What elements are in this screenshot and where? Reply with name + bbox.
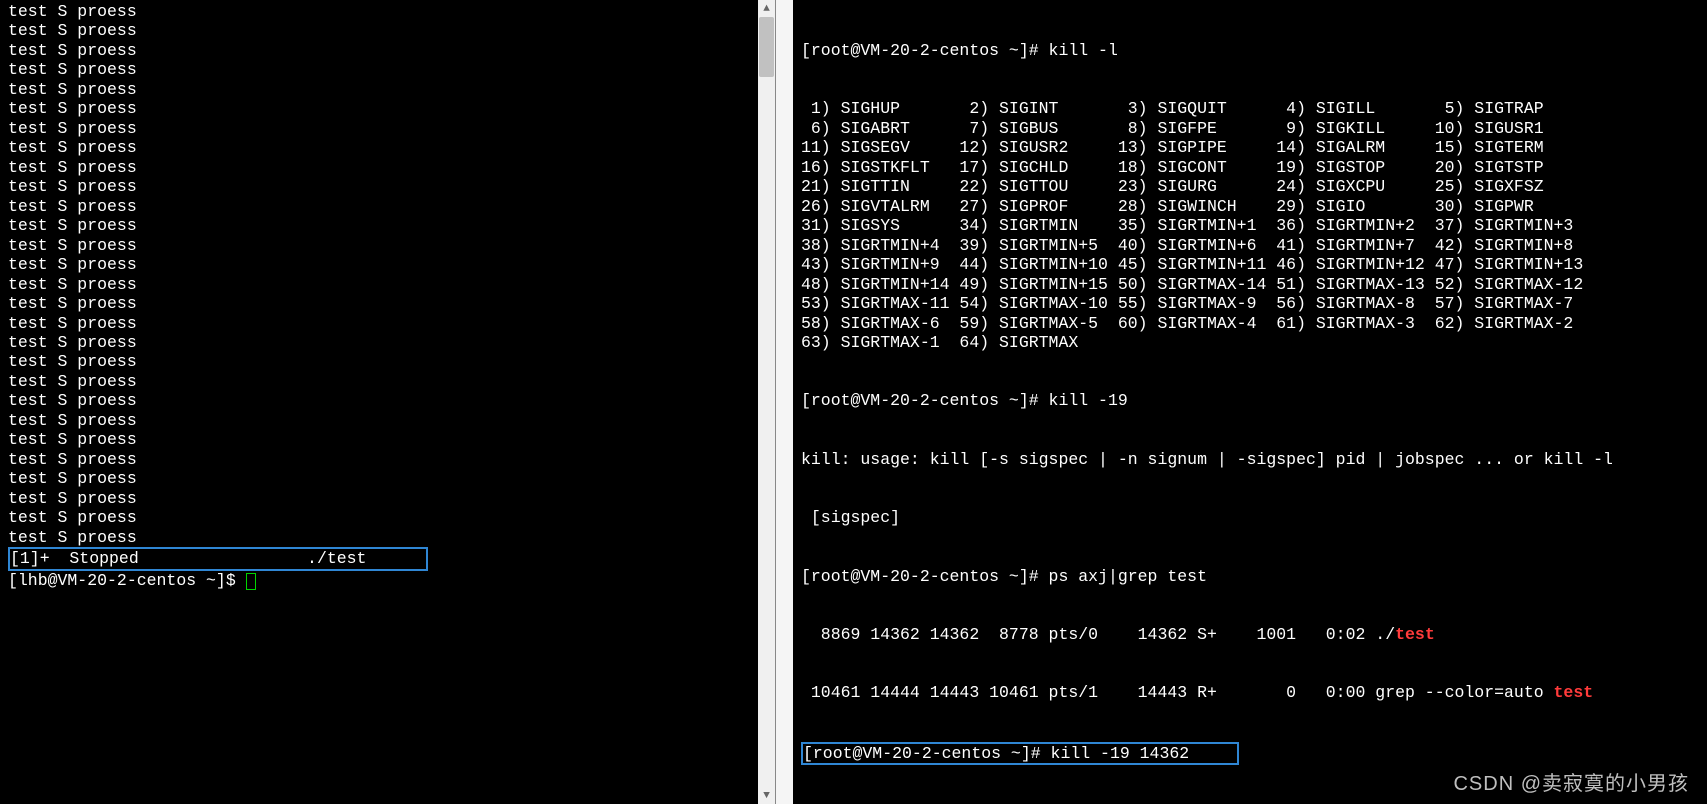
scrollbar-thumb[interactable] [759, 17, 774, 77]
right-terminal-pane[interactable]: [root@VM-20-2-centos ~]# kill -l 1) SIGH… [793, 0, 1707, 804]
output-line: test S proess [8, 236, 767, 255]
signal-row: 26) SIGVTALRM 27) SIGPROF 28) SIGWINCH 2… [801, 197, 1699, 216]
stopped-line: [1]+ Stopped ./test [8, 547, 767, 570]
right-terminal-content: [root@VM-20-2-centos ~]# kill -l 1) SIGH… [793, 0, 1707, 804]
signal-row: 53) SIGRTMAX-11 54) SIGRTMAX-10 55) SIGR… [801, 294, 1699, 313]
output-line: test S proess [8, 314, 767, 333]
prompt-line: [root@VM-20-2-centos ~]# kill -19 [801, 391, 1699, 410]
signal-row: 11) SIGSEGV 12) SIGUSR2 13) SIGPIPE 14) … [801, 138, 1699, 157]
signal-row: 16) SIGSTKFLT 17) SIGCHLD 18) SIGCONT 19… [801, 158, 1699, 177]
output-line: test S proess [8, 430, 767, 449]
output-line: test S proess [8, 333, 767, 352]
output-line: test S proess [8, 216, 767, 235]
output-line: test S proess [8, 469, 767, 488]
ps-row: 10461 14444 14443 10461 pts/1 14443 R+ 0… [801, 683, 1699, 702]
kill-usage: [sigspec] [801, 508, 1699, 527]
prompt-line: [root@VM-20-2-centos ~]# kill -19 14362 [803, 744, 1189, 763]
prompt-line: [root@VM-20-2-centos ~]# ps axj|grep tes… [801, 567, 1699, 586]
output-line: test S proess [8, 255, 767, 274]
output-line: test S proess [8, 60, 767, 79]
prompt-line: [lhb@VM-20-2-centos ~]$ [8, 571, 767, 590]
output-line: test S proess [8, 99, 767, 118]
signal-row: 21) SIGTTIN 22) SIGTTOU 23) SIGURG 24) S… [801, 177, 1699, 196]
output-line: test S proess [8, 508, 767, 527]
output-line: test S proess [8, 372, 767, 391]
signal-row: 6) SIGABRT 7) SIGBUS 8) SIGFPE 9) SIGKIL… [801, 119, 1699, 138]
cursor-icon [246, 573, 256, 590]
signal-row: 31) SIGSYS 34) SIGRTMIN 35) SIGRTMIN+1 3… [801, 216, 1699, 235]
signal-row: 58) SIGRTMAX-6 59) SIGRTMAX-5 60) SIGRTM… [801, 314, 1699, 333]
scroll-down-arrow[interactable]: ▼ [758, 787, 775, 804]
output-line: test S proess [8, 197, 767, 216]
kill-usage: kill: usage: kill [-s sigspec | -n signu… [801, 450, 1699, 469]
scroll-up-arrow[interactable]: ▲ [758, 0, 775, 17]
output-line: test S proess [8, 80, 767, 99]
signal-row: 48) SIGRTMIN+14 49) SIGRTMIN+15 50) SIGR… [801, 275, 1699, 294]
signal-row: 63) SIGRTMAX-1 64) SIGRTMAX [801, 333, 1699, 352]
output-line: test S proess [8, 41, 767, 60]
output-line: test S proess [8, 528, 767, 547]
output-line: test S proess [8, 119, 767, 138]
output-line: test S proess [8, 177, 767, 196]
grep-match: test [1395, 625, 1435, 644]
watermark-text: CSDN @卖寂寞的小男孩 [1453, 767, 1689, 796]
ps-text: 8869 14362 14362 8778 pts/0 14362 S+ 100… [801, 625, 1395, 644]
signal-list: 1) SIGHUP 2) SIGINT 3) SIGQUIT 4) SIGILL… [801, 99, 1699, 352]
split-container: test S proesstest S proesstest S proesst… [0, 0, 1707, 804]
signal-row: 38) SIGRTMIN+4 39) SIGRTMIN+5 40) SIGRTM… [801, 236, 1699, 255]
output-line: test S proess [8, 138, 767, 157]
output-line: test S proess [8, 411, 767, 430]
output-line: test S proess [8, 294, 767, 313]
signal-row: 1) SIGHUP 2) SIGINT 3) SIGQUIT 4) SIGILL… [801, 99, 1699, 118]
left-scrollbar[interactable]: ▲ ▼ [758, 0, 775, 804]
prompt-line: [root@VM-20-2-centos ~]# kill -l [801, 41, 1699, 60]
output-line: test S proess [8, 450, 767, 469]
signal-row: 43) SIGRTMIN+9 44) SIGRTMIN+10 45) SIGRT… [801, 255, 1699, 274]
output-line: test S proess [8, 489, 767, 508]
output-line: test S proess [8, 21, 767, 40]
pane-divider[interactable] [776, 0, 793, 804]
highlighted-command: [root@VM-20-2-centos ~]# kill -19 14362 [801, 742, 1699, 765]
output-line: test S proess [8, 352, 767, 371]
left-terminal-content: test S proesstest S proesstest S proesst… [0, 0, 775, 592]
output-line: test S proess [8, 391, 767, 410]
grep-match: test [1554, 683, 1594, 702]
output-line: test S proess [8, 158, 767, 177]
ps-text: 10461 14444 14443 10461 pts/1 14443 R+ 0… [801, 683, 1554, 702]
ps-row: 8869 14362 14362 8778 pts/0 14362 S+ 100… [801, 625, 1699, 644]
output-line: test S proess [8, 275, 767, 294]
output-line: test S proess [8, 2, 767, 21]
left-terminal-pane[interactable]: test S proesstest S proesstest S proesst… [0, 0, 776, 804]
